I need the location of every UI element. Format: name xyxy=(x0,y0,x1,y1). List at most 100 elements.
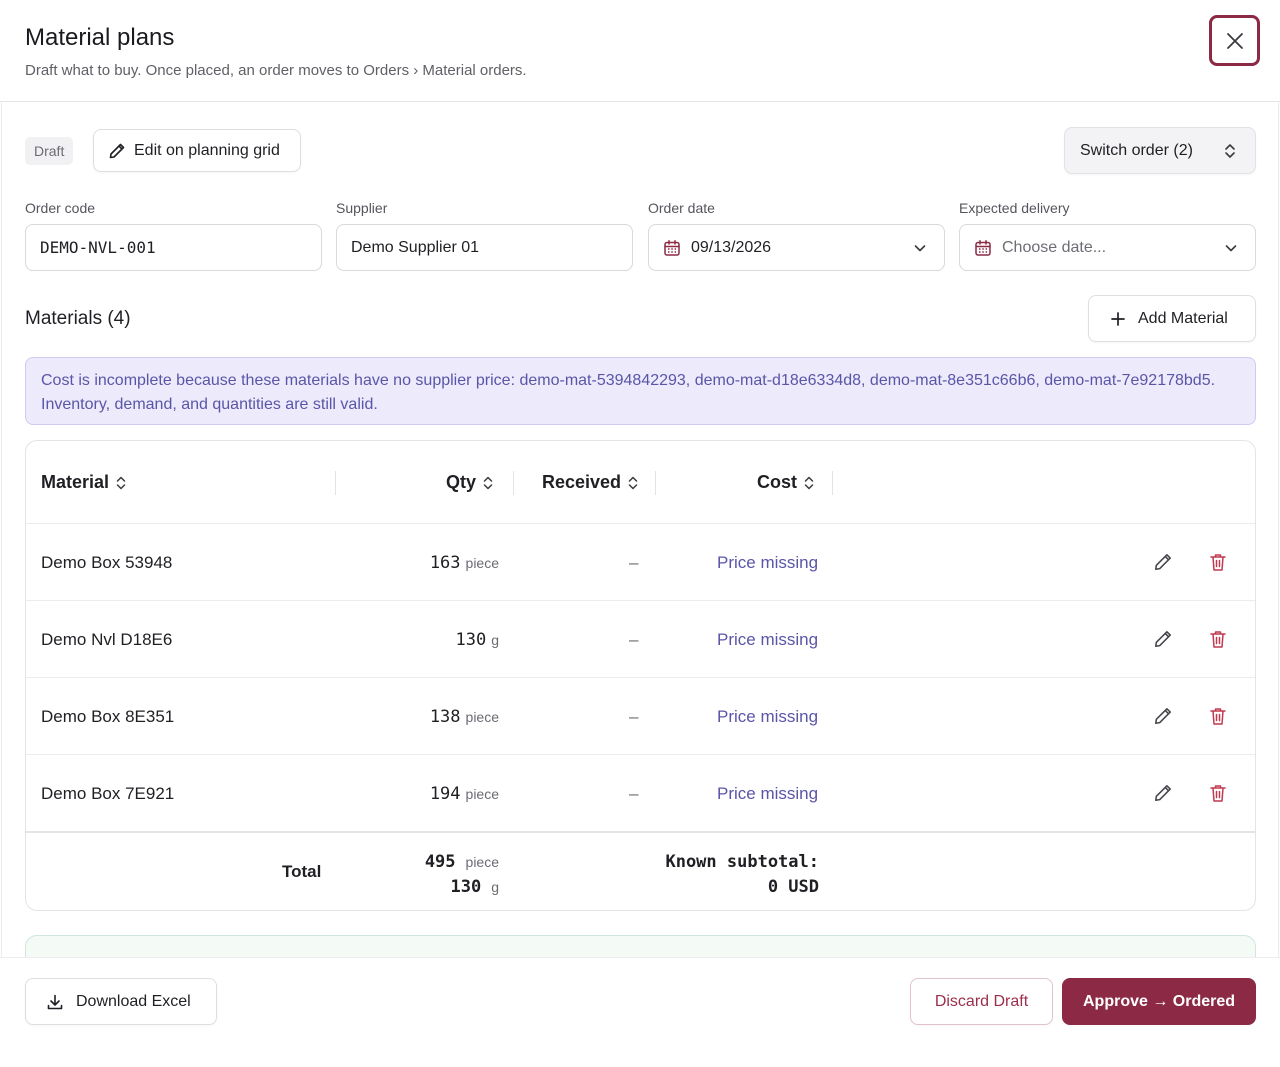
qty-unit: piece xyxy=(465,554,499,571)
order-code-field[interactable]: DEMO-NVL-001 xyxy=(25,224,322,271)
cost-value: Price missing xyxy=(717,629,819,649)
trash-icon xyxy=(1210,631,1226,648)
received-value: – xyxy=(629,783,639,803)
edit-on-planning-grid-button[interactable]: Edit on planning grid xyxy=(93,129,301,172)
edit-row-button[interactable] xyxy=(1151,550,1175,574)
approve-ordered-button[interactable]: Approve → Ordered xyxy=(1062,978,1256,1025)
total-qty-unit: g xyxy=(491,879,499,895)
plus-icon xyxy=(1111,311,1125,326)
column-header-received[interactable]: Received xyxy=(542,441,639,524)
column-divider xyxy=(655,471,656,495)
material-name: Demo Box 53948 xyxy=(41,552,173,572)
switch-order-label: Switch order (2) xyxy=(1080,141,1193,159)
column-header-qty[interactable]: Qty xyxy=(446,441,494,524)
page-title: Material plans xyxy=(25,24,175,51)
column-divider xyxy=(335,471,336,495)
expected-delivery-picker[interactable]: Choose date... xyxy=(959,224,1256,271)
pencil-icon xyxy=(1155,708,1171,724)
trash-icon xyxy=(1210,554,1226,571)
sort-icon xyxy=(628,476,638,489)
received-value: – xyxy=(629,629,639,649)
column-header-cost-label: Cost xyxy=(757,472,797,492)
qty-unit: piece xyxy=(465,708,499,725)
sort-icon xyxy=(483,476,493,489)
column-header-material[interactable]: Material xyxy=(41,441,127,524)
edit-row-button[interactable] xyxy=(1151,704,1175,728)
known-subtotal-label: Known subtotal: xyxy=(665,852,819,872)
materials-table: Material Qty Received Cost Demo Box 5394… xyxy=(25,440,1256,911)
delete-row-button[interactable] xyxy=(1206,704,1230,728)
chevron-down-icon xyxy=(1225,245,1237,252)
table-total-row: Total 495 piece 130 g Known subtotal: 0 US… xyxy=(26,831,1255,910)
supplier-field[interactable]: Demo Supplier 01 xyxy=(336,224,633,271)
dialog-right-border xyxy=(1278,102,1279,962)
qty-value: 194 xyxy=(429,783,461,804)
column-header-cost[interactable]: Cost xyxy=(757,441,815,524)
received-value: – xyxy=(629,552,639,572)
download-excel-label: Download Excel xyxy=(76,992,191,1010)
supplier-value: Demo Supplier 01 xyxy=(351,238,480,256)
total-qty-unit: piece xyxy=(465,854,499,870)
edit-row-button[interactable] xyxy=(1151,627,1175,651)
delete-row-button[interactable] xyxy=(1206,550,1230,574)
order-date-picker[interactable]: 09/13/2026 xyxy=(648,224,945,271)
column-divider xyxy=(832,471,833,495)
qty-cell: 130 g xyxy=(455,601,499,678)
material-name: Demo Box 7E921 xyxy=(41,783,175,803)
cost-value: Price missing xyxy=(717,552,819,572)
pencil-icon xyxy=(1155,785,1171,801)
total-qty-value: 495 xyxy=(424,852,456,872)
qty-unit: g xyxy=(491,631,499,648)
expected-delivery-placeholder: Choose date... xyxy=(1002,238,1107,256)
column-header-material-label: Material xyxy=(41,472,110,492)
qty-value: 130 xyxy=(455,629,487,650)
edit-row-button[interactable] xyxy=(1151,781,1175,805)
trash-icon xyxy=(1210,708,1226,725)
dialog-footer: Download Excel Discard Draft Approve → O… xyxy=(0,957,1280,1067)
expected-delivery-label: Expected delivery xyxy=(959,200,1070,216)
order-date-label: Order date xyxy=(648,200,715,216)
page-subtitle: Draft what to buy. Once placed, an order… xyxy=(25,62,527,79)
trash-icon xyxy=(1210,785,1226,802)
column-header-qty-label: Qty xyxy=(446,472,477,492)
order-code-value: DEMO-NVL-001 xyxy=(40,238,156,257)
edit-on-planning-grid-label: Edit on planning grid xyxy=(134,141,280,159)
order-date-value: 09/13/2026 xyxy=(691,238,772,256)
pencil-icon xyxy=(109,143,125,158)
total-qty-value: 130 xyxy=(450,877,482,897)
sort-icon xyxy=(804,476,814,489)
approve-ordered-label: Approve → Ordered xyxy=(1082,992,1236,1010)
discard-draft-button[interactable]: Discard Draft xyxy=(910,978,1053,1025)
incomplete-cost-alert: Cost is incomplete because these materia… xyxy=(25,357,1256,425)
switch-order-button[interactable]: Switch order (2) xyxy=(1064,127,1256,174)
close-button[interactable] xyxy=(1209,15,1260,66)
qty-cell: 194 piece xyxy=(430,755,499,832)
cost-value: Price missing xyxy=(717,706,819,726)
dialog-left-border xyxy=(1,102,2,962)
qty-cell: 138 piece xyxy=(430,678,499,755)
material-name: Demo Box 8E351 xyxy=(41,706,175,726)
delete-row-button[interactable] xyxy=(1206,781,1230,805)
column-divider xyxy=(513,471,514,495)
calendar-icon xyxy=(975,239,991,256)
known-subtotal-value: 0 USD xyxy=(767,877,819,897)
cost-value: Price missing xyxy=(717,783,819,803)
pencil-icon xyxy=(1155,554,1171,570)
qty-cell: 163 piece xyxy=(430,524,499,601)
table-row: Demo Nvl D18E6 130 g – Price missing xyxy=(26,600,1255,678)
download-excel-button[interactable]: Download Excel xyxy=(25,978,217,1025)
column-header-received-label: Received xyxy=(542,472,622,492)
qty-value: 138 xyxy=(429,706,461,727)
dialog-header: Material plans Draft what to buy. Once p… xyxy=(0,0,1280,102)
table-row: Demo Box 8E351 138 piece – Price missing xyxy=(26,677,1255,755)
download-icon xyxy=(47,994,63,1009)
known-subtotal: Known subtotal: 0 USD xyxy=(665,850,819,900)
delete-row-button[interactable] xyxy=(1206,627,1230,651)
add-material-button[interactable]: Add Material xyxy=(1088,295,1256,342)
pencil-icon xyxy=(1155,631,1171,647)
qty-unit: piece xyxy=(465,785,499,802)
sort-icon xyxy=(116,476,126,489)
material-name: Demo Nvl D18E6 xyxy=(41,629,173,649)
total-qty: 495 piece 130 g xyxy=(425,850,499,900)
chevron-up-down-icon xyxy=(1225,143,1235,158)
